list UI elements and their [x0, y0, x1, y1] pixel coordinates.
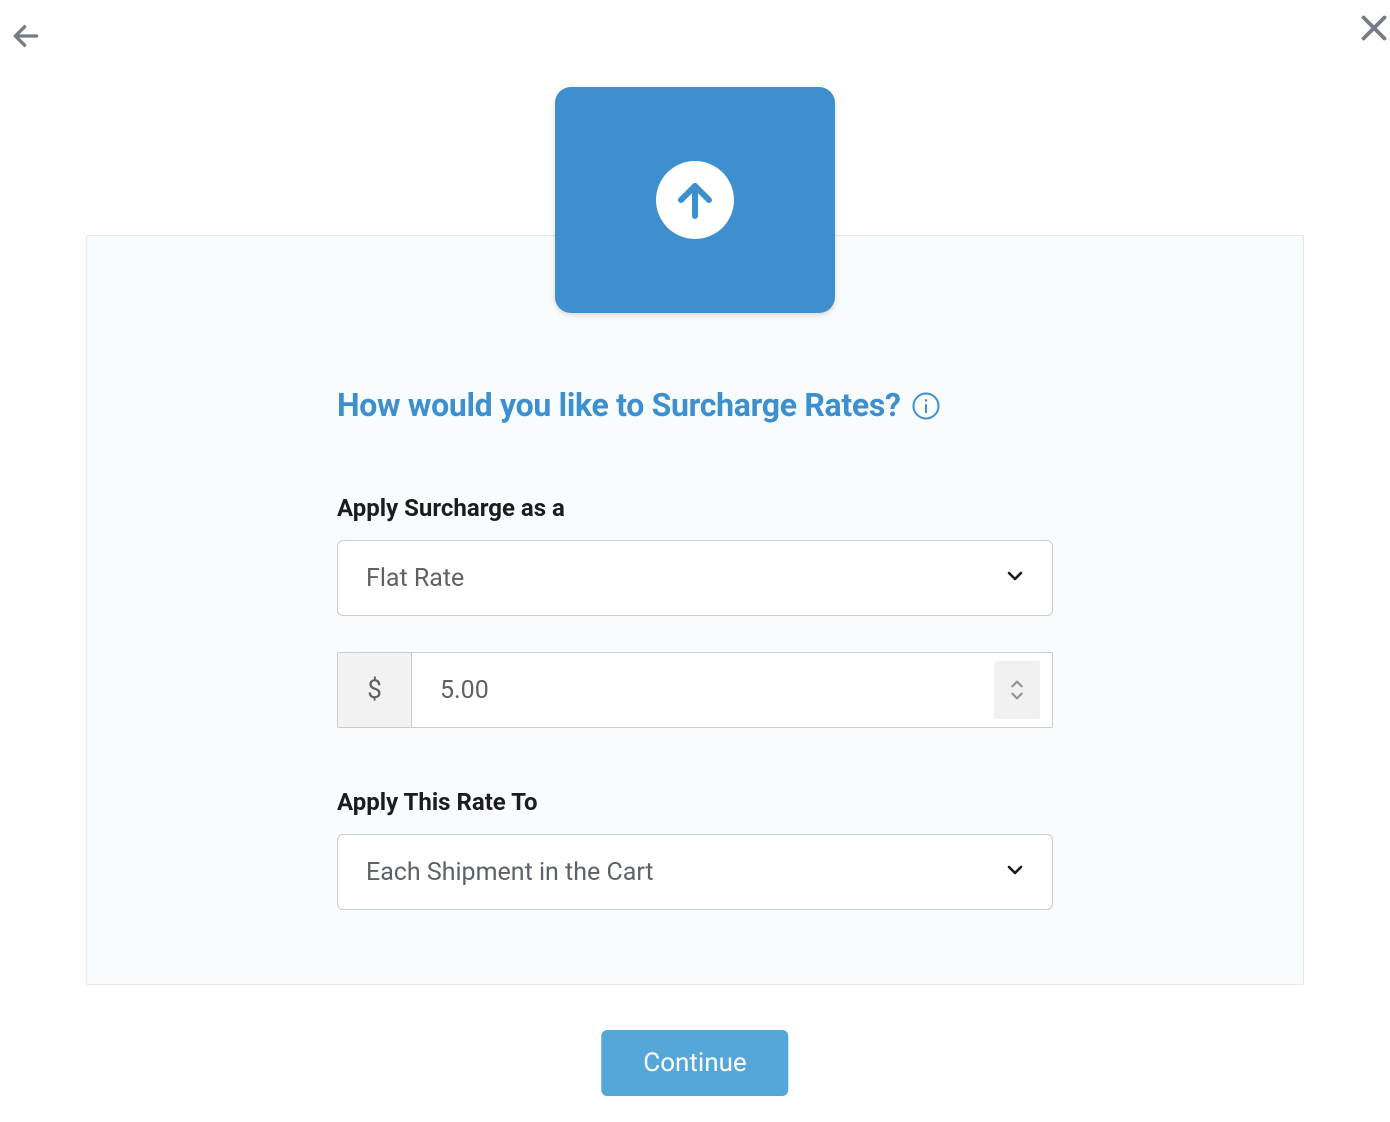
continue-button[interactable]: Continue	[601, 1030, 788, 1096]
info-icon[interactable]	[911, 391, 941, 421]
card-heading: How would you like to Surcharge Rates?	[337, 386, 901, 424]
apply-as-label: Apply Surcharge as a	[337, 494, 1053, 522]
currency-symbol: $	[338, 653, 412, 727]
arrow-up-circle-icon	[656, 161, 734, 239]
amount-input-group: $	[337, 652, 1053, 728]
surcharge-icon-tile	[555, 87, 835, 313]
amount-input[interactable]	[412, 653, 994, 727]
close-button[interactable]	[1356, 10, 1390, 46]
stepper-down-icon	[1010, 691, 1024, 701]
stepper-up-icon	[1010, 679, 1024, 689]
apply-to-select[interactable]: Each Shipment in the Cart	[337, 834, 1053, 910]
back-button[interactable]	[10, 20, 42, 52]
apply-to-label: Apply This Rate To	[337, 788, 1053, 816]
amount-stepper[interactable]	[994, 661, 1040, 719]
surcharge-card: How would you like to Surcharge Rates? A…	[86, 235, 1304, 985]
surcharge-type-select[interactable]: Flat Rate	[337, 540, 1053, 616]
